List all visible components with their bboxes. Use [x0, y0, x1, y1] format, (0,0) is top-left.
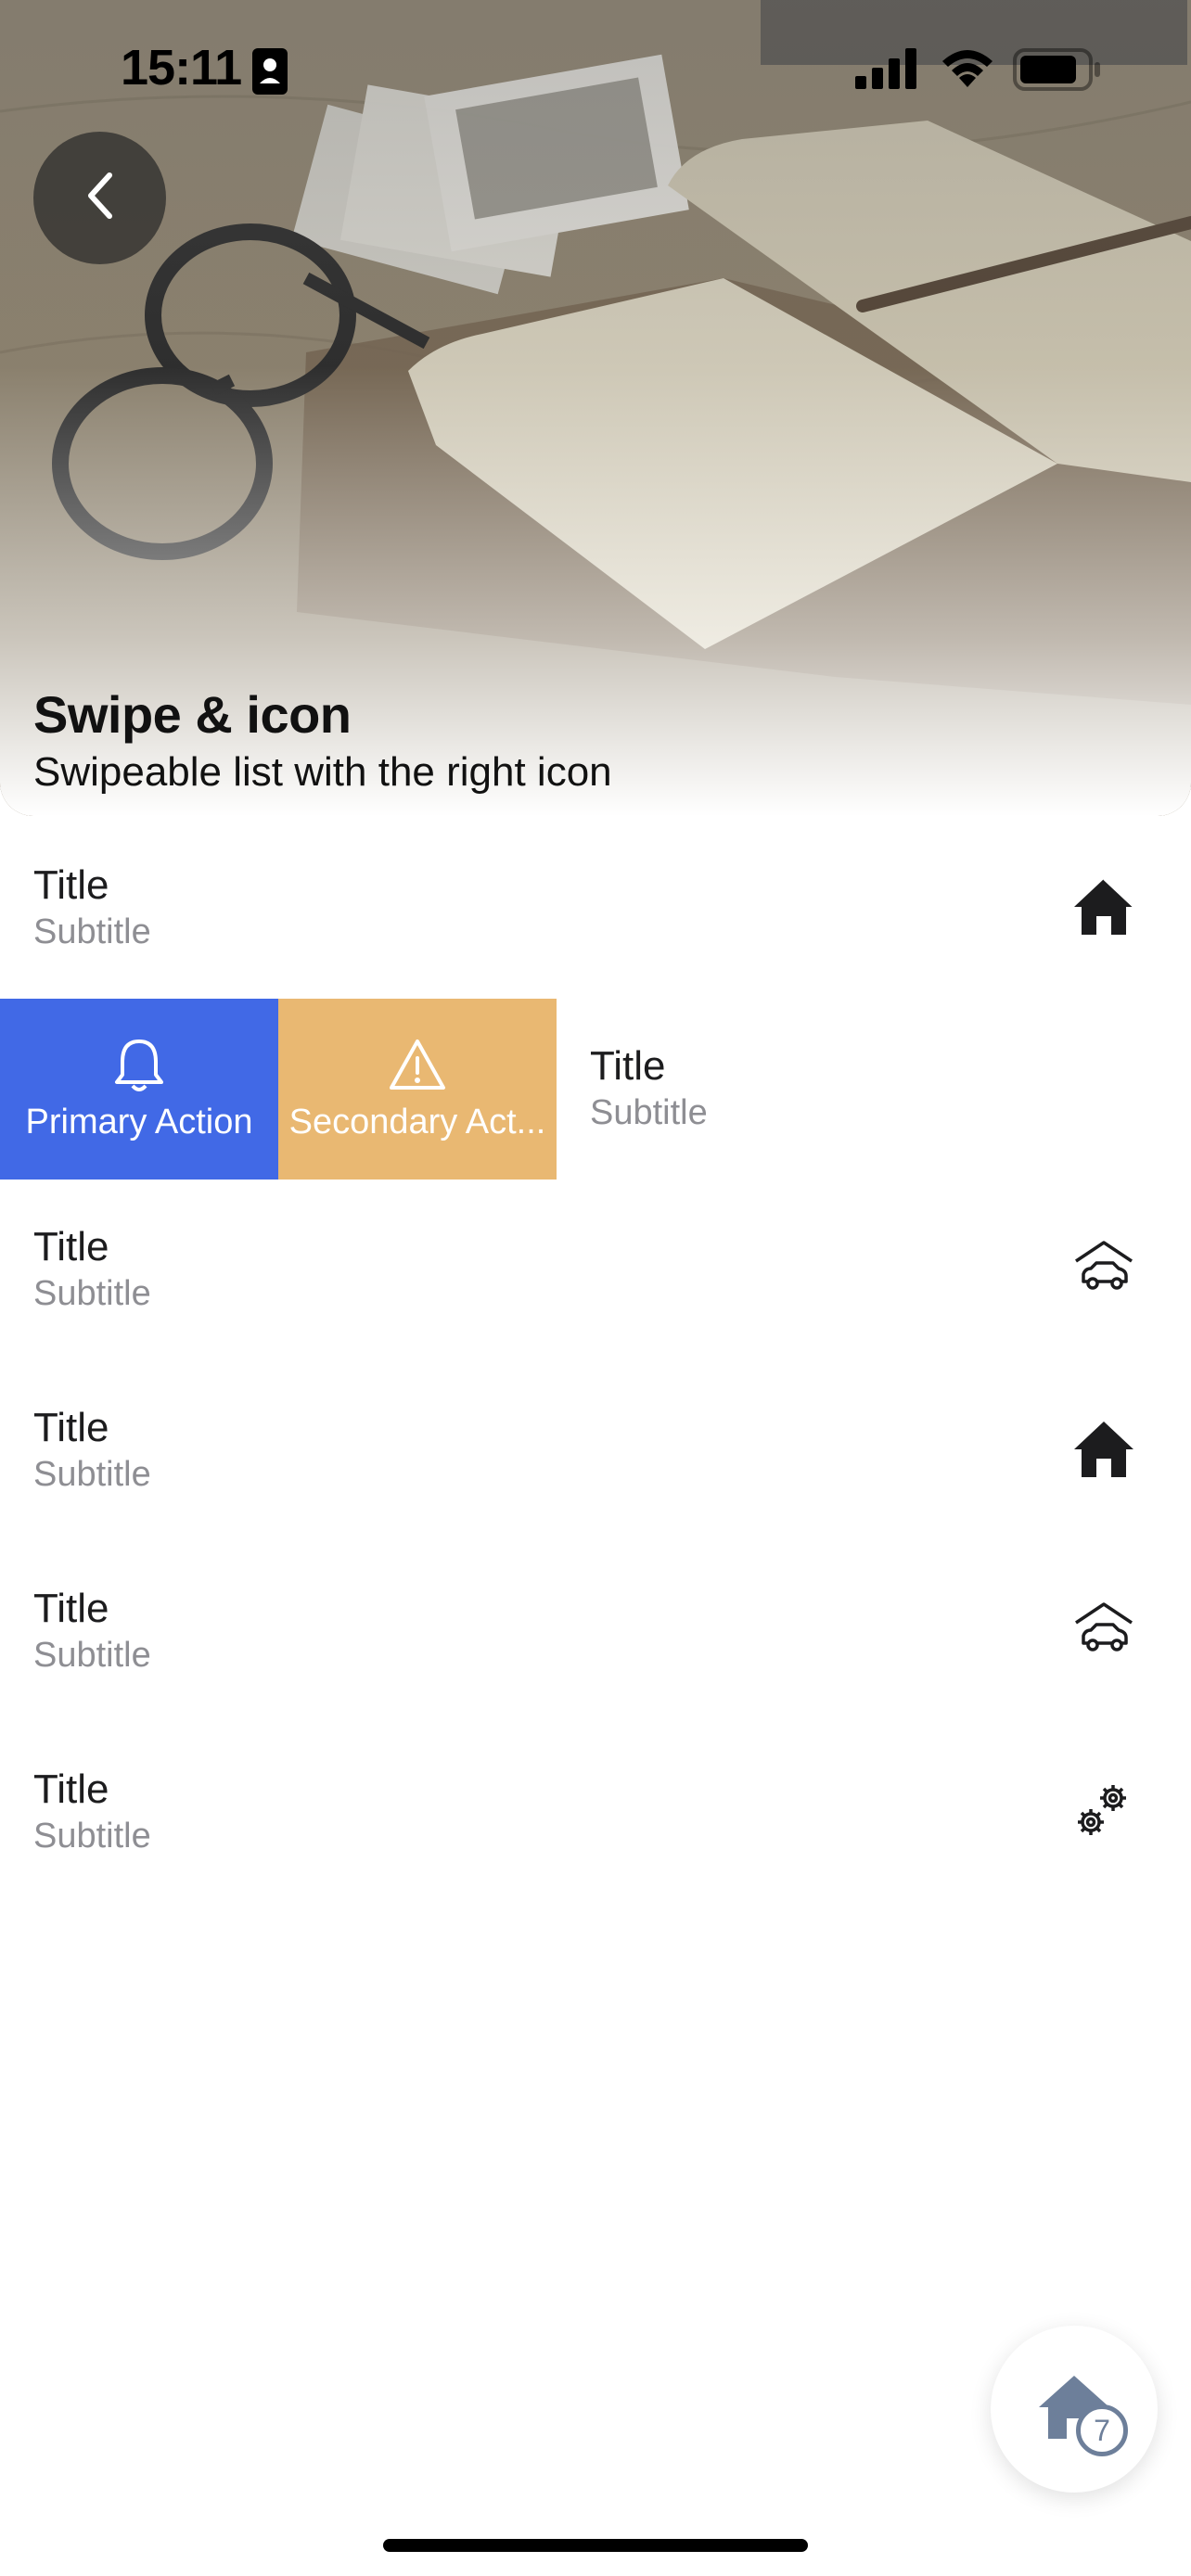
primary-action-label: Primary Action	[25, 1103, 253, 1141]
list-item[interactable]: Title Subtitle	[0, 1180, 1191, 1360]
list-item-content: Title Subtitle	[557, 999, 1191, 1180]
list-item-title: Title	[33, 1224, 109, 1269]
signal-strength-icon	[855, 48, 918, 94]
wifi-icon	[939, 45, 996, 94]
house-filled-icon	[1072, 875, 1135, 938]
list-item[interactable]: Title Subtitle	[0, 1541, 1191, 1722]
gears-icon	[1072, 1779, 1135, 1843]
page-subtitle: Swipeable list with the right icon	[33, 749, 612, 795]
back-button[interactable]	[33, 132, 166, 264]
warning-icon	[388, 1036, 447, 1095]
swipeable-list: Title Subtitle Primary Action Secondary …	[0, 818, 1191, 1903]
list-item-subtitle: Subtitle	[33, 1817, 151, 1855]
chevron-left-icon	[82, 170, 119, 226]
list-item[interactable]: Title Subtitle	[0, 1360, 1191, 1541]
home-indicator	[383, 2539, 808, 2552]
list-item-title: Title	[33, 1586, 109, 1631]
floating-home-button[interactable]: 7	[991, 2326, 1158, 2493]
list-item-title: Title	[590, 1043, 666, 1089]
list-item-title: Title	[33, 1766, 109, 1812]
list-item[interactable]: Title Subtitle	[0, 818, 1191, 999]
car-garage-icon	[1072, 1237, 1135, 1300]
car-garage-icon	[1072, 1599, 1135, 1662]
list-item[interactable]: Title Subtitle	[0, 1722, 1191, 1903]
status-bar: 15:11	[0, 0, 1191, 139]
list-item-subtitle: Subtitle	[33, 1274, 151, 1313]
notification-badge: 7	[1076, 2404, 1128, 2456]
list-item-subtitle: Subtitle	[33, 1455, 151, 1494]
list-item-swiped[interactable]: Primary Action Secondary Act... Title Su…	[0, 999, 1191, 1180]
list-item-title: Title	[33, 862, 109, 908]
list-item-subtitle: Subtitle	[33, 912, 151, 951]
contact-card-icon	[252, 48, 288, 99]
status-time: 15:11	[121, 40, 242, 96]
list-item-subtitle: Subtitle	[33, 1636, 151, 1675]
list-item-title: Title	[33, 1405, 109, 1450]
list-item-subtitle: Subtitle	[590, 1093, 708, 1132]
page-title: Swipe & icon	[33, 685, 352, 744]
secondary-action-label: Secondary Act...	[288, 1103, 546, 1141]
battery-icon	[1013, 48, 1102, 96]
house-filled-icon	[1072, 1418, 1135, 1481]
primary-action-button[interactable]: Primary Action	[0, 999, 278, 1180]
bell-icon	[109, 1036, 169, 1095]
secondary-action-button[interactable]: Secondary Act...	[278, 999, 557, 1180]
